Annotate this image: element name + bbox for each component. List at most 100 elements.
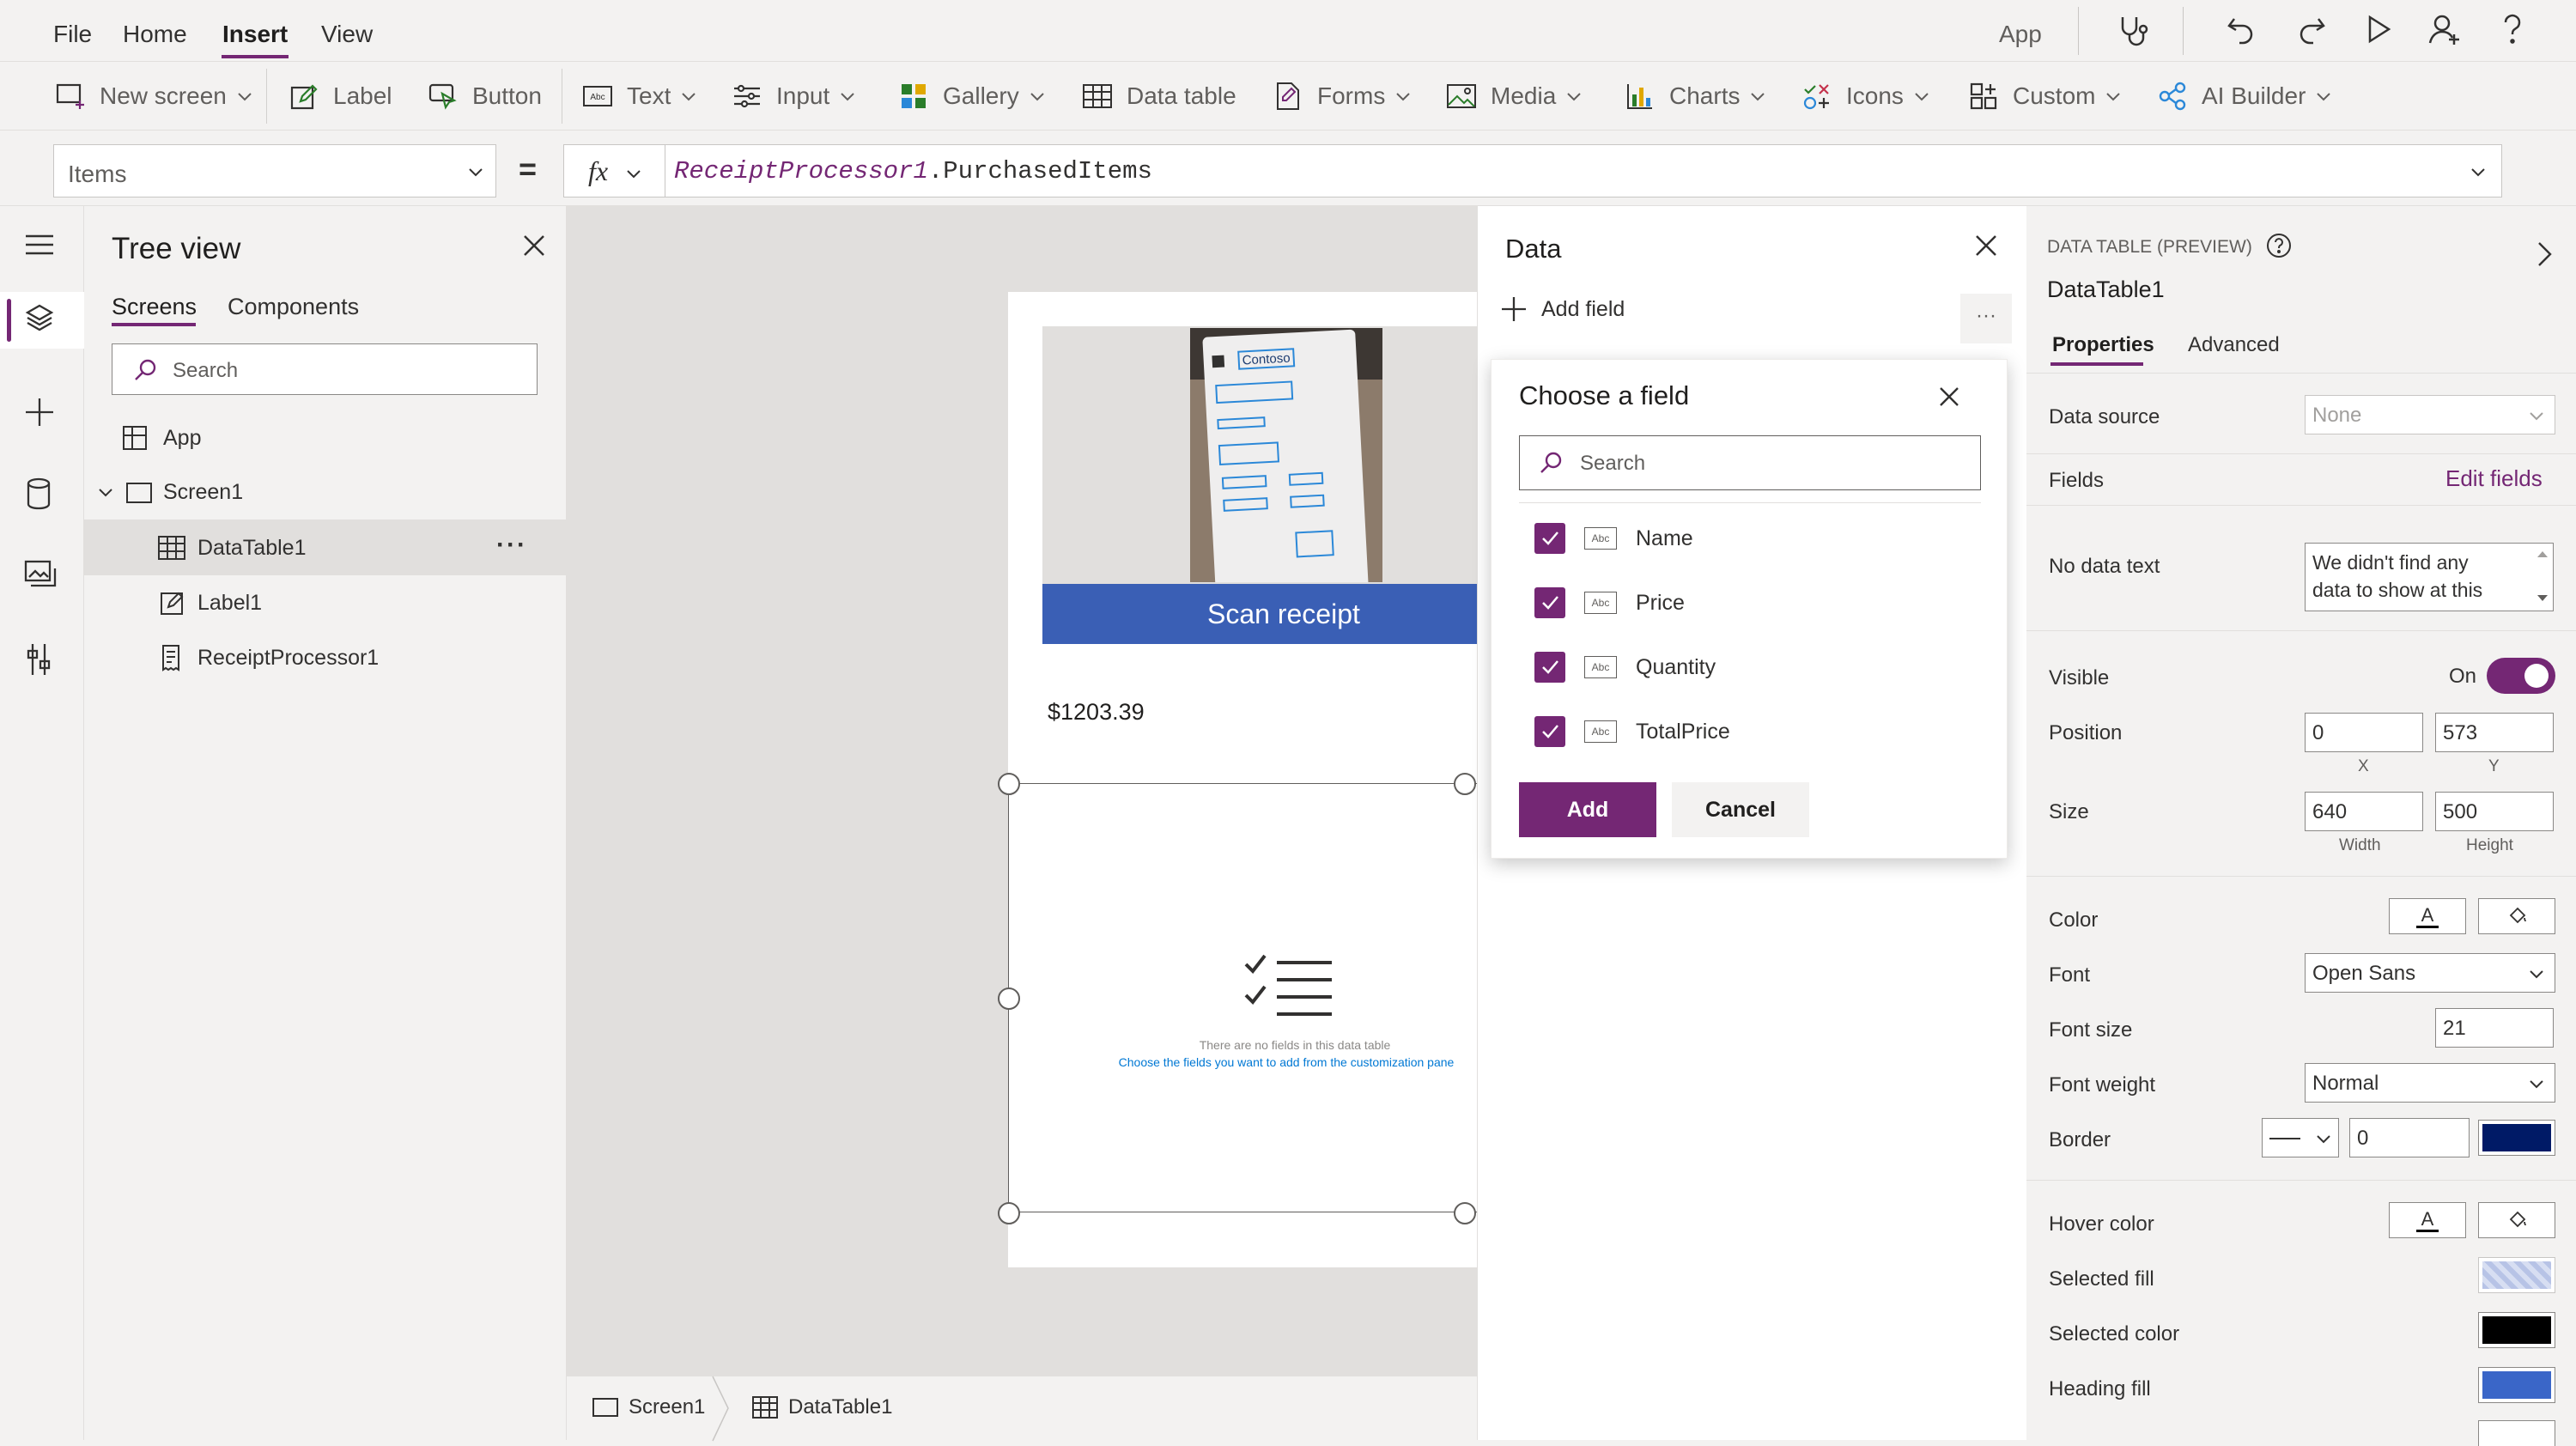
checkbox-checked-icon[interactable] <box>1534 587 1565 618</box>
resize-handle[interactable] <box>998 987 1020 1010</box>
field-option-price[interactable]: Abc Price <box>1534 581 1685 624</box>
visible-toggle[interactable] <box>2487 658 2555 694</box>
next-property-swatch[interactable] <box>2478 1420 2555 1446</box>
app-screen[interactable]: Contoso Scan receipt $1203.39 There are … <box>1008 292 1477 1267</box>
media-dropdown[interactable]: Media <box>1444 79 1583 113</box>
close-icon[interactable] <box>1938 386 1960 414</box>
button-button[interactable]: Button <box>426 79 542 113</box>
resize-handle[interactable] <box>998 773 1020 795</box>
label-button[interactable]: Label <box>287 79 392 113</box>
ai-builder-dropdown[interactable]: AI Builder <box>2155 79 2333 113</box>
resize-handle[interactable] <box>1454 1202 1476 1224</box>
stethoscope-icon[interactable] <box>2114 12 2152 50</box>
property-selector[interactable]: Items <box>53 144 496 197</box>
help-icon[interactable] <box>2497 12 2528 48</box>
selected-fill-swatch[interactable] <box>2478 1257 2555 1293</box>
border-color-swatch[interactable] <box>2478 1120 2555 1156</box>
heading-fill-swatch[interactable] <box>2478 1367 2555 1403</box>
position-x-input[interactable]: 0 <box>2305 713 2423 752</box>
fx-icon: fx <box>588 155 609 186</box>
tree-item-label1[interactable]: Label1 <box>84 575 567 630</box>
checkbox-checked-icon[interactable] <box>1534 716 1565 747</box>
add-button[interactable]: Add <box>1519 782 1656 837</box>
menu-file[interactable]: File <box>53 21 92 48</box>
new-screen-button[interactable]: New screen <box>53 79 254 113</box>
close-icon[interactable] <box>1974 234 1998 264</box>
share-user-icon[interactable] <box>2427 12 2463 48</box>
fill-color-swatch[interactable] <box>2478 898 2555 934</box>
tree-item-screen1[interactable]: Screen1 <box>84 465 567 520</box>
border-thickness-input[interactable]: 0 <box>2349 1118 2470 1157</box>
tree-item-receiptprocessor1[interactable]: ReceiptProcessor1 <box>84 630 567 685</box>
help-circle-icon[interactable] <box>2265 232 2293 265</box>
breadcrumb-screen1[interactable]: Screen1 <box>592 1395 705 1419</box>
charts-dropdown[interactable]: Charts <box>1623 79 1767 113</box>
resize-handle[interactable] <box>998 1202 1020 1224</box>
chevron-right-icon[interactable] <box>2537 240 2554 274</box>
more-options-icon[interactable]: ··· <box>1960 294 2012 343</box>
menu-insert[interactable]: Insert <box>222 21 288 48</box>
media-library-icon[interactable] <box>24 560 60 596</box>
formula-input[interactable]: ReceiptProcessor1.PurchasedItems <box>665 144 2502 197</box>
tab-components[interactable]: Components <box>228 294 359 320</box>
icons-dropdown[interactable]: Icons <box>1800 79 1931 113</box>
forms-dropdown[interactable]: Forms <box>1271 79 1413 113</box>
control-name[interactable]: DataTable1 <box>2047 276 2165 303</box>
no-data-text-input[interactable]: We didn't find any data to show at this <box>2305 543 2554 611</box>
height-input[interactable]: 500 <box>2435 792 2554 831</box>
close-icon[interactable] <box>522 234 546 264</box>
tab-advanced[interactable]: Advanced <box>2188 333 2280 357</box>
field-option-name[interactable]: Abc Name <box>1534 517 1693 560</box>
insert-plus-icon[interactable] <box>24 397 60 433</box>
field-label: Quantity <box>1636 654 1716 679</box>
font-weight-dropdown[interactable]: Normal <box>2305 1063 2555 1103</box>
tab-screens[interactable]: Screens <box>112 294 197 320</box>
receipt-image-area[interactable]: Contoso <box>1042 326 1477 584</box>
checkbox-checked-icon[interactable] <box>1534 652 1565 683</box>
text-color-swatch[interactable]: A <box>2389 898 2466 934</box>
text-dropdown[interactable]: Abc Text <box>580 79 698 113</box>
border-style-dropdown[interactable] <box>2262 1118 2339 1157</box>
fx-button[interactable]: fx <box>563 144 666 197</box>
menu-home[interactable]: Home <box>123 21 187 48</box>
font-dropdown[interactable]: Open Sans <box>2305 953 2555 993</box>
field-search-input[interactable]: Search <box>1519 435 1981 490</box>
field-option-quantity[interactable]: Abc Quantity <box>1534 646 1716 689</box>
hover-fill-swatch[interactable] <box>2478 1202 2555 1238</box>
app-checker-label[interactable]: App <box>1999 21 2042 48</box>
advanced-tools-icon[interactable] <box>24 642 60 678</box>
add-field-button[interactable]: Add field <box>1498 294 1625 325</box>
field-option-totalprice[interactable]: Abc TotalPrice <box>1534 710 1730 753</box>
selected-color-swatch[interactable] <box>2478 1312 2555 1348</box>
divider <box>2026 630 2576 631</box>
cancel-button[interactable]: Cancel <box>1672 782 1809 837</box>
tree-search-input[interactable]: Search <box>112 343 538 395</box>
more-options-icon[interactable]: ··· <box>496 531 527 560</box>
data-source-dropdown[interactable]: None <box>2305 395 2555 434</box>
position-y-input[interactable]: 573 <box>2435 713 2554 752</box>
undo-icon[interactable] <box>2224 12 2258 46</box>
data-cylinder-icon[interactable] <box>24 477 60 513</box>
tab-properties[interactable]: Properties <box>2052 333 2154 357</box>
gallery-dropdown[interactable]: Gallery <box>896 79 1047 113</box>
breadcrumb-datatable1[interactable]: DataTable1 <box>752 1395 892 1419</box>
width-input[interactable]: 640 <box>2305 792 2423 831</box>
redo-icon[interactable] <box>2294 12 2329 46</box>
scan-receipt-button[interactable]: Scan receipt <box>1042 584 1477 644</box>
tree-item-app[interactable]: App <box>84 410 567 465</box>
play-icon[interactable] <box>2363 14 2394 45</box>
font-size-input[interactable]: 21 <box>2435 1008 2554 1048</box>
checkbox-checked-icon[interactable] <box>1534 523 1565 554</box>
resize-handle[interactable] <box>1454 773 1476 795</box>
menu-view[interactable]: View <box>321 21 373 48</box>
design-canvas[interactable]: Contoso Scan receipt $1203.39 There are … <box>567 206 1477 1376</box>
hover-text-color-swatch[interactable]: A <box>2389 1202 2466 1238</box>
data-table-control[interactable]: There are no fields in this data table C… <box>1008 783 1477 1212</box>
custom-dropdown[interactable]: Custom <box>1966 79 2123 113</box>
edit-fields-link[interactable]: Edit fields <box>2445 465 2543 492</box>
hamburger-menu-icon[interactable] <box>24 232 60 268</box>
layers-tree-icon[interactable] <box>24 302 60 338</box>
tree-item-datatable1[interactable]: DataTable1 ··· <box>84 520 567 575</box>
data-table-button[interactable]: Data table <box>1080 79 1236 113</box>
input-dropdown[interactable]: Input <box>730 79 857 113</box>
